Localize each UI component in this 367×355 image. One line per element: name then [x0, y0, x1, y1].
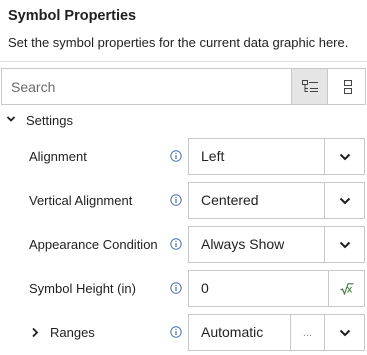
property-label: Symbol Height (in) — [29, 281, 136, 296]
formula-button[interactable] — [328, 271, 364, 306]
categorized-view-icon — [301, 79, 318, 92]
panel-title: Symbol Properties — [8, 8, 137, 24]
symbol-height-input[interactable]: 0 — [188, 270, 365, 307]
vertical-alignment-value: Centered — [201, 192, 259, 208]
formula-icon — [339, 282, 353, 295]
appearance-condition-value: Always Show — [201, 236, 285, 252]
alphabetical-view-button[interactable] — [329, 69, 366, 104]
dropdown-button[interactable] — [324, 183, 364, 218]
chevron-down-icon — [6, 116, 16, 122]
info-icon[interactable] — [170, 238, 182, 250]
dropdown-button[interactable] — [324, 227, 364, 262]
vertical-alignment-dropdown[interactable]: Centered — [188, 182, 365, 219]
alphabetical-view-icon — [343, 79, 352, 94]
chevron-down-icon — [339, 153, 350, 160]
panel-description: Set the symbol properties for the curren… — [8, 35, 349, 50]
property-label: Vertical Alignment — [29, 193, 133, 208]
info-icon[interactable] — [170, 150, 182, 162]
property-row-appearance-condition: Appearance Condition Always Show — [0, 223, 367, 267]
property-label: Appearance Condition — [29, 237, 158, 252]
panel-header: Symbol Properties Set the symbol propert… — [0, 0, 367, 62]
property-row-ranges: Ranges Automatic ... — [0, 311, 367, 355]
section-label: Settings — [26, 113, 73, 128]
ranges-dropdown[interactable]: Automatic ... — [188, 314, 365, 351]
alignment-dropdown[interactable]: Left — [188, 138, 365, 175]
alignment-value: Left — [201, 148, 225, 164]
property-row-vertical-alignment: Vertical Alignment Centered — [0, 179, 367, 223]
symbol-properties-panel: Symbol Properties Set the symbol propert… — [0, 0, 367, 355]
appearance-condition-dropdown[interactable]: Always Show — [188, 226, 365, 263]
ranges-value: Automatic — [201, 324, 264, 340]
chevron-down-icon — [339, 197, 350, 204]
info-icon[interactable] — [170, 326, 182, 338]
chevron-down-icon — [339, 329, 350, 336]
info-icon[interactable] — [170, 194, 182, 206]
property-row-alignment: Alignment Left — [0, 135, 367, 179]
chevron-down-icon — [339, 241, 350, 248]
chevron-right-icon[interactable] — [31, 327, 39, 338]
search-input[interactable] — [2, 69, 290, 104]
property-row-symbol-height: Symbol Height (in) 0 — [0, 267, 367, 311]
property-label: Alignment — [29, 149, 87, 164]
dropdown-button[interactable] — [324, 315, 364, 350]
ellipsis-button[interactable]: ... — [290, 315, 324, 350]
symbol-height-value: 0 — [201, 280, 209, 296]
search-bar — [1, 68, 366, 105]
categorized-view-button[interactable] — [291, 69, 328, 104]
settings-section-header[interactable]: Settings — [0, 110, 367, 132]
property-label: Ranges — [50, 325, 95, 340]
dropdown-button[interactable] — [324, 139, 364, 174]
info-icon[interactable] — [170, 282, 182, 294]
